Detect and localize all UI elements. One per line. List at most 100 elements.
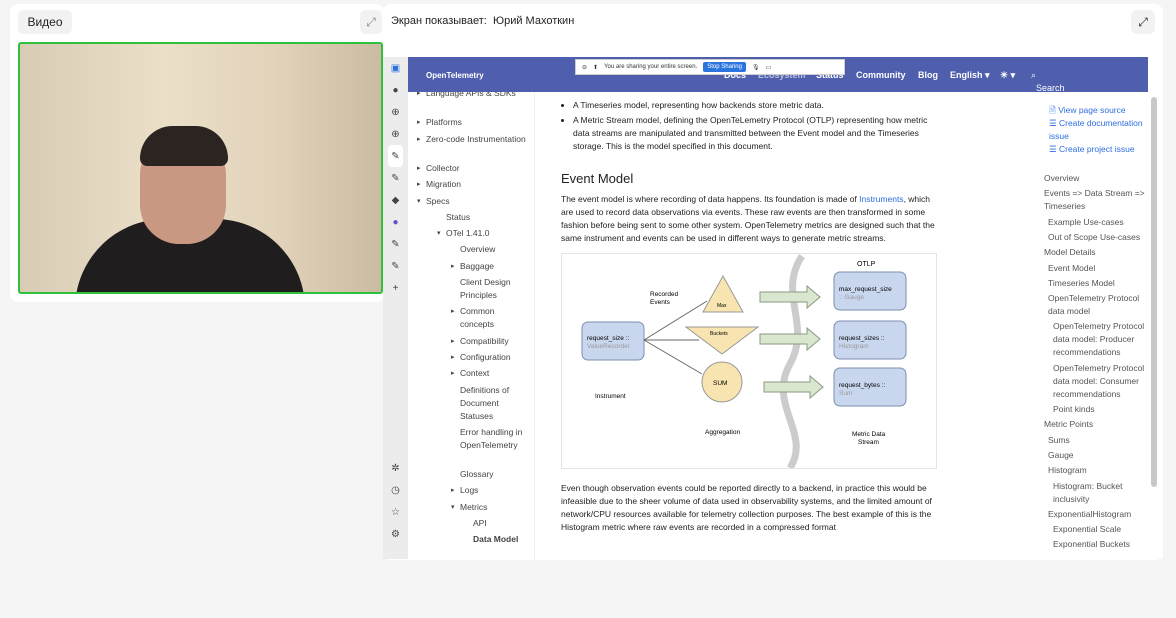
toc-item[interactable]: OpenTelemetry Protocol data model: Consu… [1053, 362, 1148, 401]
toc-item[interactable]: Sums [1048, 434, 1148, 447]
events-label: Events [650, 299, 671, 306]
toc-item[interactable]: Gauge [1048, 449, 1148, 462]
sidebar-item[interactable]: ▾ OTel 1.41.0 [437, 227, 530, 240]
presenter-name: Юрий Махоткин [492, 15, 575, 27]
sidebar-item[interactable]: Status [446, 211, 530, 224]
stream-name: request_bytes :: [839, 382, 885, 389]
sidebar-item-label: Platforms [426, 117, 462, 128]
share-icon: ⬆ [593, 64, 599, 71]
mic-icon[interactable]: 🎙 [752, 64, 760, 71]
stop-sharing-button[interactable]: Stop Sharing [703, 62, 746, 72]
sharing-text: You are sharing your entire screen. [604, 64, 698, 70]
sidebar-item[interactable]: ▸ Migration [417, 178, 530, 191]
instrument-label: Instrument [595, 393, 626, 400]
theme-toggle[interactable]: ☀ ▾ [1000, 70, 1015, 81]
toc-item[interactable]: Histogram: Bucket inclusivity [1053, 480, 1148, 506]
toc-item[interactable]: Example Use-cases [1048, 216, 1148, 229]
event-model-paragraph: The event model is where recording of da… [561, 193, 941, 245]
toc-item[interactable]: Exponential Buckets [1053, 538, 1148, 551]
app-icon[interactable]: ◆ [392, 189, 400, 211]
toc-item[interactable]: Point kinds [1053, 403, 1148, 416]
caret-right-icon: ▸ [417, 92, 421, 97]
pen-icon[interactable]: ✎ [391, 167, 399, 189]
globe-icon[interactable]: ⊕ [391, 101, 399, 123]
toc-item[interactable]: Out of Scope Use-cases [1048, 231, 1148, 244]
sidebar-item[interactable]: ▾ Specs [417, 195, 530, 208]
sidebar-item-label: Definitions of Document Statuses [460, 384, 510, 421]
sidebar-item[interactable]: ▸ Zero-code Instrumentation [417, 133, 530, 146]
create-project-issue-link[interactable]: ☰ Create project issue [1049, 143, 1135, 156]
calendar-icon[interactable]: ▣ [391, 57, 400, 79]
sidebar-item[interactable]: Glossary [460, 468, 530, 481]
toc-item[interactable]: Event Model [1048, 262, 1148, 275]
sidebar-item[interactable]: ▸ Platforms [417, 116, 530, 129]
nav-community[interactable]: Community [856, 70, 906, 80]
sidebar-item[interactable]: Overview [460, 243, 530, 256]
toc-item[interactable]: Timeseries Model [1048, 277, 1148, 290]
pen-icon[interactable]: ✎ [391, 255, 399, 277]
sidebar-item[interactable]: ▸ Collector [417, 162, 530, 175]
sidebar-item[interactable]: API [473, 517, 530, 530]
expand-icon[interactable]: ⤢ [360, 10, 382, 34]
sidebar-item[interactable]: ▸ Compatibility [451, 335, 530, 348]
sidebar-item-label: Language APIs & SDKs [426, 92, 516, 98]
search-input[interactable]: ⌕ Search this site... [1031, 70, 1065, 113]
nav-blog[interactable]: Blog [918, 70, 938, 80]
pen-icon[interactable]: ✎ [388, 145, 403, 167]
sidebar-item[interactable]: Data Model [473, 533, 530, 546]
toc-item[interactable]: Metric Points [1044, 418, 1148, 431]
settings-icon[interactable]: ⚙ [391, 523, 400, 545]
event-arrows [643, 300, 708, 375]
minimize-icon[interactable]: ⊖ [582, 64, 587, 71]
aggregation-label: Aggregation [705, 429, 740, 436]
camera-icon[interactable]: ▭ [766, 64, 772, 71]
stream-name: max_request_size [839, 286, 892, 293]
create-doc-issue-link[interactable]: ☰ Create documentation issue [1049, 117, 1149, 143]
participant-video [18, 42, 383, 294]
toc-item[interactable]: Events => Data Stream => Timeseries [1044, 187, 1148, 213]
toc-item[interactable]: Histogram [1048, 464, 1148, 477]
sidebar-item-label: Baggage [460, 260, 495, 271]
toc-item[interactable]: ExponentialHistogram [1048, 508, 1148, 521]
firefox-icon[interactable]: ● [392, 211, 398, 233]
doc-content: A Timeseries model, representing how bac… [561, 92, 941, 534]
sidebar-item[interactable]: ▸ Logs [451, 484, 530, 497]
toc-item[interactable]: OpenTelemetry Protocol data model [1048, 292, 1148, 318]
sidebar-item-label: Migration [426, 179, 461, 190]
video-tab-button[interactable]: Видео [18, 10, 72, 34]
caret-right-icon: ▸ [417, 119, 421, 127]
language-select[interactable]: English ▾ [950, 70, 990, 81]
toc-item[interactable]: Exponential Scale [1053, 523, 1148, 536]
sidebar-item[interactable]: Error handling in OpenTelemetry [460, 426, 530, 452]
sidebar-item-label: Client Design Principles [460, 277, 511, 300]
sidebar-item[interactable]: ▸ Baggage [451, 260, 530, 273]
sidebar-item[interactable]: ▸ Common concepts [451, 305, 530, 331]
caret-right-icon: ▸ [417, 164, 421, 172]
sidebar-item[interactable]: ▸ Context [451, 367, 530, 380]
view-source-link[interactable]: 🗎 View page source [1049, 104, 1126, 117]
site-logo[interactable]: OpenTelemetry [426, 71, 484, 80]
star-icon[interactable]: ☆ [391, 501, 400, 523]
sidebar-item-label: Collector [426, 162, 460, 173]
sidebar-item[interactable]: ▸ Configuration [451, 351, 530, 364]
github-icon[interactable]: ● [392, 79, 398, 101]
toc-item[interactable]: OpenTelemetry Protocol data model: Produ… [1053, 320, 1148, 359]
instruments-link[interactable]: Instruments [859, 194, 903, 204]
instrument-name: request_size :: [587, 335, 629, 342]
globe-icon[interactable]: ⊕ [391, 123, 399, 145]
toc-item[interactable]: Model Details [1044, 246, 1148, 259]
screen-share-title: Экран показывает: Юрий Махоткин [391, 15, 574, 27]
pen-icon[interactable]: ✎ [391, 233, 399, 255]
sidebar-item[interactable]: Definitions of Document Statuses [460, 384, 530, 423]
extensions-icon[interactable]: ✲ [391, 457, 399, 479]
history-icon[interactable]: ◷ [391, 479, 400, 501]
sidebar-item[interactable]: ▾ Metrics [451, 501, 530, 514]
sidebar-item[interactable]: Client Design Principles [460, 276, 530, 302]
sidebar-item[interactable]: ▸ Language APIs & SDKs [417, 92, 530, 100]
add-icon[interactable]: + [393, 277, 399, 299]
stream-name: request_sizes :: [839, 335, 885, 342]
toc-item[interactable]: Overview [1044, 172, 1148, 185]
scrollbar[interactable] [1151, 97, 1157, 487]
buckets-label: Buckets [710, 331, 728, 337]
expand-icon[interactable]: ⤢ [1131, 10, 1155, 34]
